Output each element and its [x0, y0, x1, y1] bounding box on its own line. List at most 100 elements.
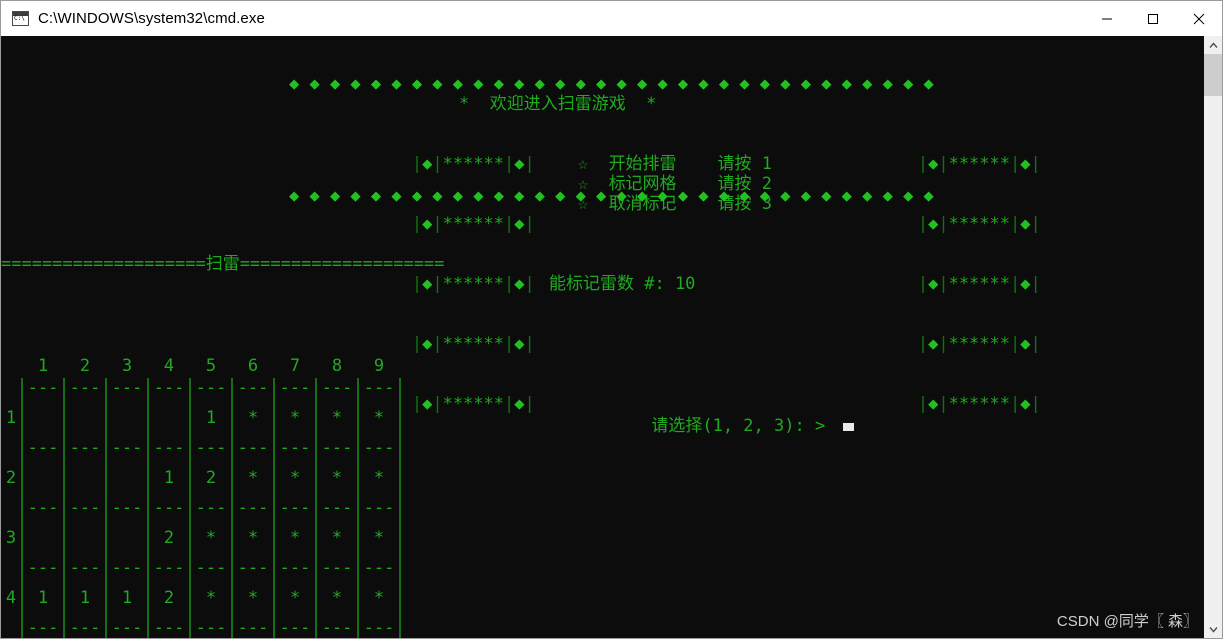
grid-cell-r3-c6[interactable]: *	[231, 518, 274, 558]
cell-divider: ---	[63, 558, 106, 578]
grid-cell-r4-c4[interactable]: 2	[147, 578, 190, 618]
diamond-icon: ◆	[1020, 274, 1031, 294]
column-header-9: 9	[373, 356, 385, 376]
cmd-icon	[12, 11, 29, 26]
grid-cell-r1-c6[interactable]: *	[231, 398, 274, 438]
board-grid[interactable]: 1 2 3 4 5 6 7 8 9 --- --- --- --- --- --- --- --- --- 1 1 *…	[1, 354, 401, 638]
cell-divider: ---	[147, 558, 190, 578]
board-grid-area[interactable]: 1 2 3 4 5 6 7 8 9 --- --- --- --- --- --- --- --- --- 1 1 *…	[1, 314, 451, 638]
grid-cell-r1-c5[interactable]: 1	[189, 398, 232, 438]
table-row[interactable]: 4 1 1 1 2 * * * * *	[1, 578, 401, 618]
chevron-down-icon	[1208, 626, 1218, 633]
grid-cell-r3-c9[interactable]: *	[357, 518, 401, 558]
grid-cell-r4-c9[interactable]: *	[357, 578, 401, 618]
bar-icon: |	[1010, 274, 1021, 294]
grid-cell-r4-c1[interactable]: 1	[21, 578, 64, 618]
scrollbar-track[interactable]	[1204, 54, 1222, 620]
scroll-down-button[interactable]	[1204, 620, 1222, 638]
grid-cell-r4-c5[interactable]: *	[189, 578, 232, 618]
cell-divider: ---	[357, 558, 401, 578]
grid-cell-r4-c8[interactable]: *	[315, 578, 358, 618]
cell-divider: ---	[147, 378, 190, 398]
grid-cell-r1-c2[interactable]	[63, 398, 106, 438]
table-row[interactable]: 2 1 2 * * * *	[1, 458, 401, 498]
grid-cell-r1-c9[interactable]: *	[357, 398, 401, 438]
status-panel: 能标记雷数 #: 10 请选择(1, 2, 3): >	[549, 234, 969, 456]
bar-icon: |	[917, 214, 929, 234]
table-row[interactable]: 3 2 * * * * *	[1, 518, 401, 558]
grid-cell-r2-c1[interactable]	[21, 458, 64, 498]
grid-cell-r2-c2[interactable]	[63, 458, 106, 498]
cell-divider: ---	[315, 438, 358, 458]
choice-prompt-row[interactable]: 请选择(1, 2, 3): >	[549, 396, 969, 436]
cell-divider: ---	[273, 558, 316, 578]
cell-divider: ---	[63, 498, 106, 518]
grid-cell-r1-c4[interactable]	[147, 398, 190, 438]
banner-bottom-diamonds: ◆ ◆ ◆ ◆ ◆ ◆ ◆ ◆ ◆ ◆ ◆ ◆ ◆ ◆ ◆ ◆ ◆ ◆ ◆ ◆ …	[289, 186, 934, 206]
cell-divider: ---	[273, 378, 316, 398]
grid-cell-r4-c6[interactable]: *	[231, 578, 274, 618]
column-header-2: 2	[79, 356, 91, 376]
grid-header-row: 1 2 3 4 5 6 7 8 9	[1, 354, 400, 378]
minimize-icon	[1102, 18, 1112, 19]
banner-right-row: |◆|******|◆|	[795, 134, 1041, 174]
grid-cell-r4-c2[interactable]: 1	[63, 578, 106, 618]
bar-icon: |	[1010, 214, 1021, 234]
grid-cell-r1-c8[interactable]: *	[315, 398, 358, 438]
grid-cell-r4-c3[interactable]: 1	[105, 578, 148, 618]
scroll-up-button[interactable]	[1204, 36, 1222, 54]
grid-cell-r3-c4[interactable]: 2	[147, 518, 190, 558]
banner-title: * 欢迎进入扫雷游戏 *	[459, 94, 657, 114]
grid-cell-r3-c2[interactable]	[63, 518, 106, 558]
minimize-button[interactable]	[1084, 1, 1130, 36]
scrollbar-thumb[interactable]	[1204, 54, 1222, 96]
grid-cell-r3-c7[interactable]: *	[273, 518, 316, 558]
cell-divider: ---	[315, 558, 358, 578]
cell-divider: ---	[231, 618, 274, 638]
grid-divider-row: --- --- --- --- --- --- --- --- ---	[1, 378, 401, 398]
cell-divider: ---	[231, 498, 274, 518]
grid-cell-r1-c1[interactable]	[21, 398, 64, 438]
grid-cell-r3-c8[interactable]: *	[315, 518, 358, 558]
cell-divider: ---	[189, 438, 232, 458]
bar-icon: |	[1030, 274, 1041, 294]
grid-cell-r3-c3[interactable]	[105, 518, 148, 558]
console-scrollbar[interactable]	[1204, 36, 1223, 638]
table-row[interactable]: 1 1 * * * *	[1, 398, 401, 438]
window-titlebar[interactable]: C:\WINDOWS\system32\cmd.exe	[0, 0, 1223, 36]
console-screen[interactable]: ◆ ◆ ◆ ◆ ◆ ◆ ◆ ◆ ◆ ◆ ◆ ◆ ◆ ◆ ◆ ◆ ◆ ◆ ◆ ◆ …	[1, 36, 1204, 638]
column-header-1: 1	[37, 356, 49, 376]
grid-cell-r3-c5[interactable]: *	[189, 518, 232, 558]
grid-cell-r2-c5[interactable]: 2	[189, 458, 232, 498]
watermark: CSDN @同学〖 森〗	[1056, 613, 1198, 630]
grid-cell-r3-c1[interactable]	[21, 518, 64, 558]
cell-divider: ---	[63, 618, 106, 638]
column-header-5: 5	[205, 356, 217, 376]
mine-count-label: 能标记雷数 #: 10	[549, 274, 696, 294]
cmd-window: C:\WINDOWS\system32\cmd.exe	[0, 0, 1223, 639]
bar-icon: |	[504, 394, 515, 414]
grid-cell-r2-c6[interactable]: *	[231, 458, 274, 498]
cell-divider: ---	[105, 618, 148, 638]
choice-prompt-label: 请选择(1, 2, 3): >	[651, 416, 826, 436]
grid-cell-r2-c3[interactable]	[105, 458, 148, 498]
window-controls	[1084, 1, 1222, 36]
cell-divider: ---	[231, 378, 274, 398]
banner-left-block: |◆|******|◆| |◆|******|◆| |◆|******|◆| |…	[289, 94, 535, 414]
divider-row-label	[1, 378, 22, 398]
grid-cell-r2-c7[interactable]: *	[273, 458, 316, 498]
grid-cell-r4-c7[interactable]: *	[273, 578, 316, 618]
divider-row-label	[1, 498, 22, 518]
grid-divider-row: --- --- --- --- --- --- --- --- ---	[1, 498, 401, 518]
close-button[interactable]	[1176, 1, 1222, 36]
cell-divider: ---	[105, 438, 148, 458]
grid-cell-r2-c8[interactable]: *	[315, 458, 358, 498]
grid-cell-r2-c9[interactable]: *	[357, 458, 401, 498]
row-label-1: 1	[5, 408, 17, 428]
grid-cell-r1-c7[interactable]: *	[273, 398, 316, 438]
cell-divider: ---	[357, 378, 401, 398]
grid-cell-r2-c4[interactable]: 1	[147, 458, 190, 498]
cell-divider: ---	[315, 378, 358, 398]
grid-cell-r1-c3[interactable]	[105, 398, 148, 438]
maximize-button[interactable]	[1130, 1, 1176, 36]
